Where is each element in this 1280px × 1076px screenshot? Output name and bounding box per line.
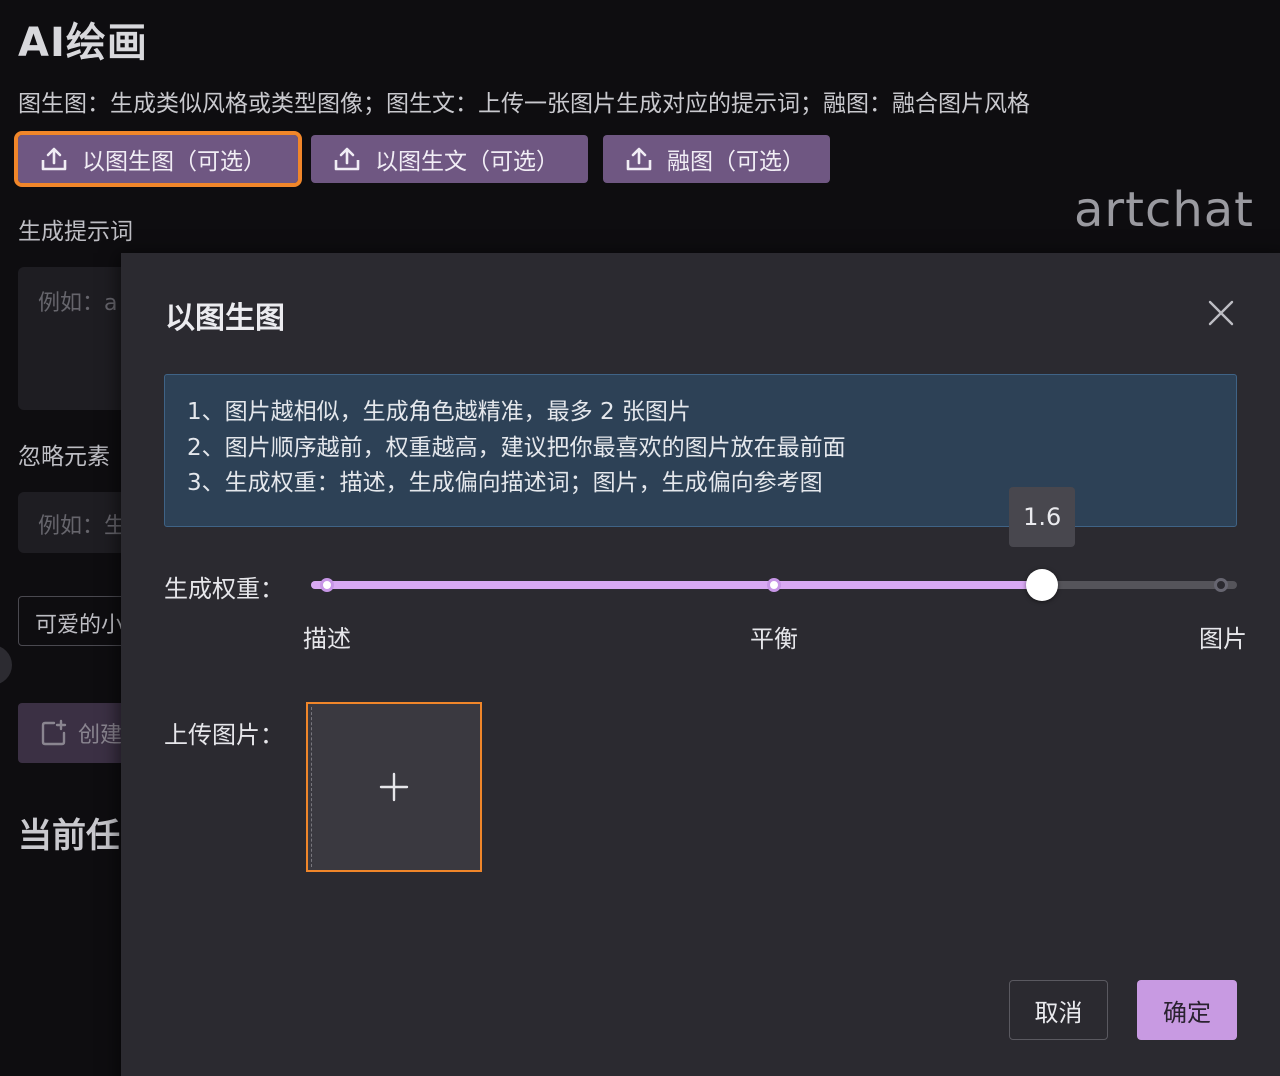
upload-icon	[626, 147, 652, 171]
img2img-modal: 以图生图 1、图片越相似，生成角色越精准，最多 2 张图片 2、图片顺序越前，权…	[121, 253, 1280, 1076]
weight-slider[interactable]: 1.6 描述 平衡 图片	[303, 487, 1247, 653]
weight-label: 生成权重：	[164, 575, 284, 603]
page: AI绘画 图生图：生成类似风格或类型图像；图生文：上传一张图片生成对应的提示词；…	[0, 0, 1280, 1076]
slider-dot-image[interactable]	[1214, 578, 1228, 592]
tips-box: 1、图片越相似，生成角色越精准，最多 2 张图片 2、图片顺序越前，权重越高，建…	[164, 374, 1237, 527]
close-button[interactable]	[1205, 297, 1237, 329]
tip-line: 1、图片越相似，生成角色越精准，最多 2 张图片	[187, 399, 691, 425]
tip-line: 2、图片顺序越前，权重越高，建议把你最喜欢的图片放在最前面	[187, 434, 846, 461]
page-title: AI绘画	[18, 20, 148, 66]
img2img-button[interactable]: 以图生图（可选）	[14, 131, 302, 187]
slider-dot-describe[interactable]	[320, 578, 334, 592]
slider-fill	[311, 581, 1043, 589]
blend-button[interactable]: 融图（可选）	[603, 135, 830, 183]
create-button-label: 创建	[78, 723, 123, 748]
img2img-button-label: 以图生图（可选）	[82, 149, 266, 175]
slider-mark-image[interactable]: 图片	[1199, 619, 1247, 654]
img2text-button-label: 以图生文（可选）	[375, 149, 559, 175]
slider-mark-describe[interactable]: 描述	[303, 619, 351, 654]
confirm-button[interactable]: 确定	[1137, 980, 1237, 1040]
current-task-title: 当前任	[18, 816, 120, 856]
cancel-button[interactable]: 取消	[1009, 980, 1108, 1040]
brand-logo: artchat	[1073, 182, 1254, 238]
upload-icon	[334, 147, 360, 171]
blend-button-label: 融图（可选）	[667, 149, 805, 175]
slider-dot-balance[interactable]	[767, 578, 781, 592]
create-icon	[41, 719, 67, 746]
modal-title: 以图生图	[165, 301, 285, 336]
page-description: 图生图：生成类似风格或类型图像；图生文：上传一张图片生成对应的提示词；融图：融合…	[18, 91, 1030, 117]
ignore-label: 忽略元素	[18, 444, 110, 470]
slider-tooltip: 1.6	[1009, 487, 1076, 547]
slider-mark-balance[interactable]: 平衡	[750, 619, 798, 654]
image-upload-box[interactable]	[306, 702, 482, 872]
slider-handle[interactable]	[1026, 569, 1059, 601]
close-icon	[1208, 300, 1234, 326]
img2text-button[interactable]: 以图生文（可选）	[311, 135, 588, 183]
upload-icon	[41, 147, 67, 171]
scroll-handle[interactable]	[0, 645, 12, 685]
plus-icon	[379, 772, 409, 802]
prompt-label: 生成提示词	[18, 219, 133, 245]
upload-label: 上传图片：	[164, 721, 284, 749]
